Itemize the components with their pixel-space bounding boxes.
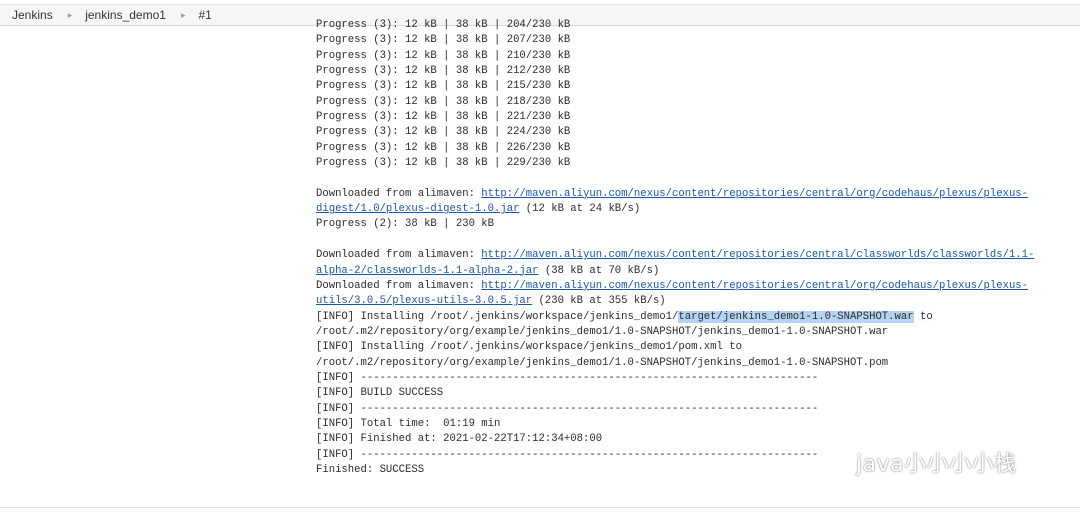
artifact-url-link[interactable]: http://maven.aliyun.com/nexus/content/re…	[481, 280, 1028, 292]
artifact-url-link[interactable]: http://maven.aliyun.com/nexus/content/re…	[481, 188, 1028, 200]
wechat-icon	[820, 449, 850, 474]
watermark: java小小小小栈	[820, 447, 1017, 477]
console-line: Downloaded from alimaven: http://maven.a…	[316, 248, 1076, 263]
console-text: Downloaded from alimaven:	[316, 187, 482, 200]
console-line: Progress (3): 12 kB | 38 kB | 224/230 kB	[316, 126, 571, 139]
watermark-text: java小小小小栈	[856, 452, 1017, 477]
console-text: (38 kB at 70 kB/s)	[538, 264, 660, 277]
console-line: [INFO] Installing /root/.jenkins/workspa…	[316, 310, 1076, 325]
chevron-right-icon: ▸	[67, 9, 73, 20]
console-line: Progress (3): 12 kB | 38 kB | 215/230 kB	[316, 80, 571, 93]
console-line: [INFO] BUILD SUCCESS	[316, 387, 444, 400]
chevron-right-icon: ▸	[180, 9, 186, 20]
console-line: /root/.m2/repository/org/example/jenkins…	[316, 356, 889, 369]
console-output: Progress (3): 12 kB | 38 kB | 204/230 kB…	[316, 18, 1076, 488]
console-line: Progress (3): 12 kB | 38 kB | 210/230 kB	[316, 49, 571, 62]
console-text: Downloaded from alimaven:	[316, 249, 482, 262]
console-line: Downloaded from alimaven: http://maven.a…	[316, 187, 1076, 202]
console-line: Progress (3): 12 kB | 38 kB | 207/230 kB	[316, 34, 571, 47]
console-line: Progress (3): 12 kB | 38 kB | 204/230 kB	[316, 19, 571, 31]
artifact-url-link[interactable]: http://maven.aliyun.com/nexus/content/re…	[481, 249, 1034, 261]
console-line: Progress (2): 38 kB | 230 kB	[316, 218, 495, 231]
console-line: Progress (3): 12 kB | 38 kB | 221/230 kB	[316, 111, 571, 124]
console-line: Progress (3): 12 kB | 38 kB | 218/230 kB	[316, 95, 571, 108]
divider	[0, 507, 1080, 508]
console-line: [INFO] Total time: 01:19 min	[316, 417, 501, 430]
console-text: (12 kB at 24 kB/s)	[519, 203, 641, 216]
artifact-url-link[interactable]: alpha-2/classworlds-1.1-alpha-2.jar	[316, 265, 539, 277]
console-line: Progress (3): 12 kB | 38 kB | 229/230 kB	[316, 157, 571, 170]
console-text: (230 kB at 355 kB/s)	[532, 295, 666, 308]
artifact-url-link[interactable]: digest/1.0/plexus-digest-1.0.jar	[316, 203, 519, 215]
console-line: alpha-2/classworlds-1.1-alpha-2.jar (38 …	[316, 264, 1076, 279]
console-text: Downloaded from alimaven:	[316, 279, 482, 292]
console-line: [INFO] Installing /root/.jenkins/workspa…	[316, 341, 742, 354]
console-text: to	[913, 310, 933, 323]
artifact-url-link[interactable]: utils/3.0.5/plexus-utils-3.0.5.jar	[316, 295, 532, 307]
console-line: utils/3.0.5/plexus-utils-3.0.5.jar (230 …	[316, 294, 1076, 309]
breadcrumb-item-job[interactable]: jenkins_demo1	[85, 8, 166, 22]
breadcrumb-item-build[interactable]: #1	[198, 8, 211, 22]
console-line: Progress (3): 12 kB | 38 kB | 226/230 kB	[316, 141, 571, 154]
console-line: [INFO] ---------------------------------…	[316, 402, 819, 415]
console-line: Progress (3): 12 kB | 38 kB | 212/230 kB	[316, 65, 571, 78]
console-text: [INFO] Installing /root/.jenkins/workspa…	[316, 310, 679, 323]
console-line: digest/1.0/plexus-digest-1.0.jar (12 kB …	[316, 202, 1076, 217]
console-line: [INFO] ---------------------------------…	[316, 371, 819, 384]
selected-text: target/jenkins_demo1-1.0-SNAPSHOT.war	[678, 310, 914, 323]
breadcrumb-item-jenkins[interactable]: Jenkins	[12, 8, 53, 22]
console-line: Downloaded from alimaven: http://maven.a…	[316, 279, 1076, 294]
console-line: /root/.m2/repository/org/example/jenkins…	[316, 325, 889, 338]
